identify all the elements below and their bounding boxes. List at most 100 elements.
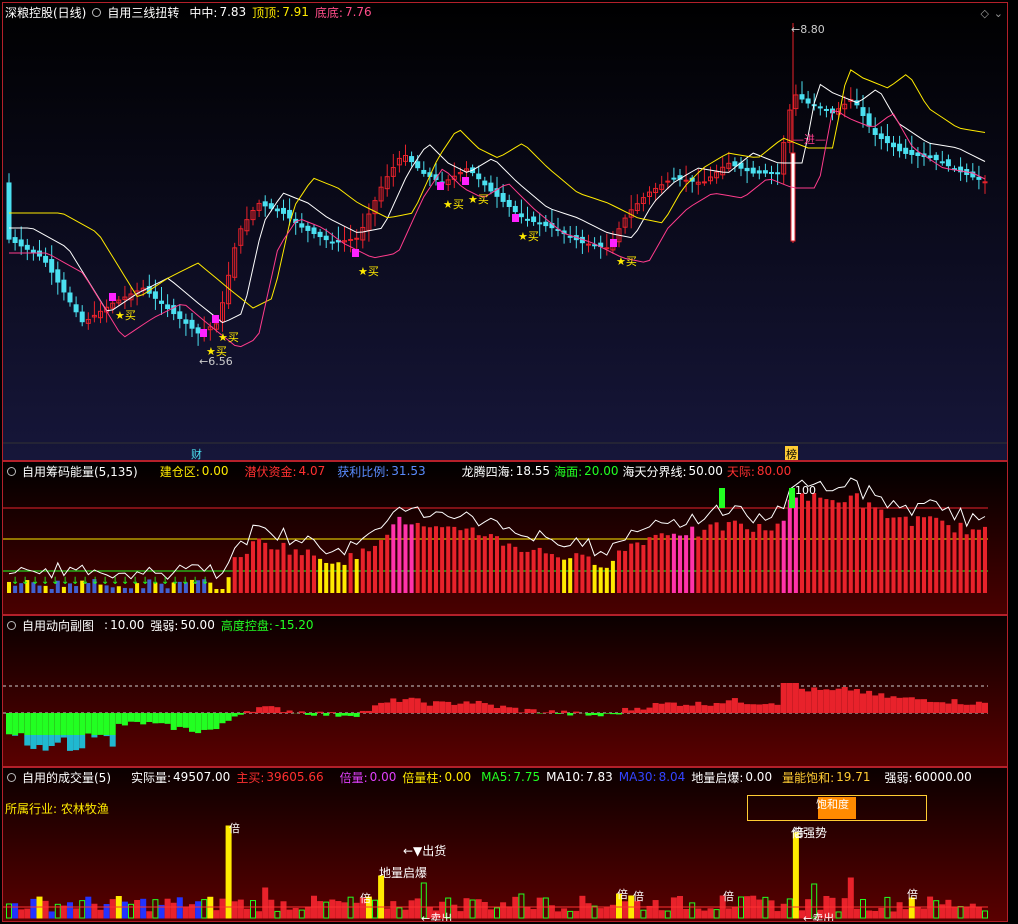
indicator-name[interactable]: 自用的成交量(5): [22, 769, 111, 786]
buy-signal-marker: [352, 249, 359, 257]
indicator-name[interactable]: 自用筹码能量(5,135): [22, 463, 138, 480]
right-scrollbar[interactable]: [1010, 0, 1018, 924]
volume-bar: [731, 907, 738, 919]
chip-bar: [976, 529, 981, 593]
lt-label: 龙腾四海:: [461, 464, 514, 479]
dir-bar-up: [969, 704, 976, 713]
candle-body: [354, 237, 360, 240]
dlqb-label: 地量启爆: [379, 866, 428, 880]
chip-down-arrow: ↓: [71, 576, 79, 587]
volume-bar: [140, 898, 147, 919]
dir-bar-up: [963, 704, 970, 713]
dir-bar-down: [6, 713, 12, 735]
chip-energy-panel[interactable]: ↓ ↓ ↓ ↓ ↓ ↓ ↓ ↓ ↓ ↓ ↓ ↓ ↓ ↓ ↓ ↓ ↓ ↓ ↓ ↓ 自用筹码能量(5,135) 建仓区: …: [2, 461, 1008, 615]
dir-bar-up: [914, 699, 921, 713]
dir-bar-down: [609, 713, 616, 715]
settings-icon[interactable]: [92, 7, 102, 17]
price-panel[interactable]: 深粮控股(日线) 自用三线扭转 中中: 7.83 顶顶: 7.91 底底: 7.…: [2, 2, 1008, 461]
candle-body: [317, 231, 323, 238]
volume-bar: [866, 910, 873, 919]
dir-bar-up: [439, 701, 446, 713]
chip-bar: [385, 534, 390, 593]
dir-bar-up: [939, 702, 946, 713]
dir-bar-up: [884, 697, 891, 713]
volume-bar: [18, 909, 25, 919]
candle-body: [732, 161, 738, 167]
chip-bar: [720, 530, 725, 593]
dir-bar-down: [201, 713, 208, 730]
volume-bar: [97, 909, 104, 919]
chip-bar: [513, 546, 518, 593]
dir-bar-down: [158, 713, 165, 724]
volume-bar: [701, 910, 708, 919]
dir-bar-deep: [79, 735, 86, 749]
blz-value: 0.00: [444, 770, 472, 784]
settings-icon[interactable]: [7, 620, 16, 630]
candle-body: [159, 300, 164, 304]
candle-body: [329, 241, 335, 244]
chip-down-arrow: ↓: [151, 576, 159, 587]
chip-bar: [983, 526, 987, 593]
candle-body: [61, 279, 67, 293]
direction-chart[interactable]: [3, 616, 1007, 766]
settings-icon[interactable]: [7, 466, 16, 476]
price-chart[interactable]: [3, 3, 1007, 460]
chip-bar: [269, 549, 274, 593]
dir-bar-up: [951, 699, 958, 713]
buy-signal-label: ★买: [206, 345, 227, 358]
chip-bar: [342, 564, 347, 593]
candle-body: [506, 199, 512, 208]
dir-bar-down: [616, 713, 622, 715]
chip-bar: [763, 530, 768, 593]
candle-body: [512, 205, 518, 213]
volume-chart[interactable]: [3, 768, 1007, 921]
chip-bar: [476, 535, 481, 593]
volume-bar: [286, 909, 293, 919]
buy-signal-label: ★买: [358, 265, 379, 278]
dir-bar-down: [176, 713, 183, 727]
chip-bar: [610, 560, 615, 593]
dir-bar-up: [744, 704, 751, 713]
volume-bar: [536, 897, 543, 919]
candle-body: [12, 237, 18, 244]
dir-bar-up: [481, 703, 488, 713]
indicator-name[interactable]: 自用三线扭转: [107, 4, 179, 21]
dir-bar-down: [152, 713, 159, 724]
event-marker-left[interactable]: 财: [191, 446, 202, 460]
dir-bar-deep: [103, 735, 110, 737]
chip-bar: [397, 516, 402, 593]
dir-bar-up: [975, 701, 982, 713]
stock-title[interactable]: 深粮控股(日线): [5, 4, 86, 21]
candle-body: [30, 249, 36, 254]
indicator-name[interactable]: 自用动向副图: [22, 617, 94, 634]
candle-body: [525, 218, 530, 221]
chip-down-arrow: ↓: [81, 576, 89, 587]
direction-panel[interactable]: 自用动向副图 : 10.00 强弱: 50.00 高度控盘: -15.20: [2, 615, 1008, 767]
dir-bar-up: [262, 706, 269, 713]
candle-body: [43, 255, 49, 263]
chip-bar: [891, 517, 896, 593]
candle-body: [537, 222, 543, 225]
dir-bar-up: [640, 709, 647, 713]
chip-bar: [263, 542, 268, 593]
chip-bar: [641, 545, 646, 593]
volume-bar: [213, 910, 220, 919]
dir-bar-deep: [30, 735, 37, 749]
volume-panel[interactable]: 自用的成交量(5) 实际量: 49507.00 主买: 39605.66 倍量:…: [2, 767, 1008, 922]
dir-bar-up: [390, 698, 397, 713]
chip-bar: [525, 551, 530, 593]
volume-bar: [597, 908, 604, 919]
dir-bar-deep: [12, 735, 19, 736]
dir-bar-up: [506, 707, 513, 713]
candle-body: [884, 136, 890, 144]
volume-bar: [512, 896, 519, 919]
dir-bar-down: [597, 713, 604, 717]
buy-signal-label: ★买: [115, 309, 136, 322]
chip-bar: [49, 588, 54, 593]
volume-bar: [927, 896, 934, 919]
dir-bar-deep: [91, 735, 98, 738]
event-marker-right[interactable]: 榜: [785, 446, 798, 460]
chip-energy-chart[interactable]: ↓ ↓ ↓ ↓ ↓ ↓ ↓ ↓ ↓ ↓ ↓ ↓ ↓ ↓ ↓ ↓ ↓ ↓ ↓ ↓: [3, 462, 1007, 614]
qr-value: 60000.00: [914, 770, 972, 784]
settings-icon[interactable]: [7, 772, 16, 782]
